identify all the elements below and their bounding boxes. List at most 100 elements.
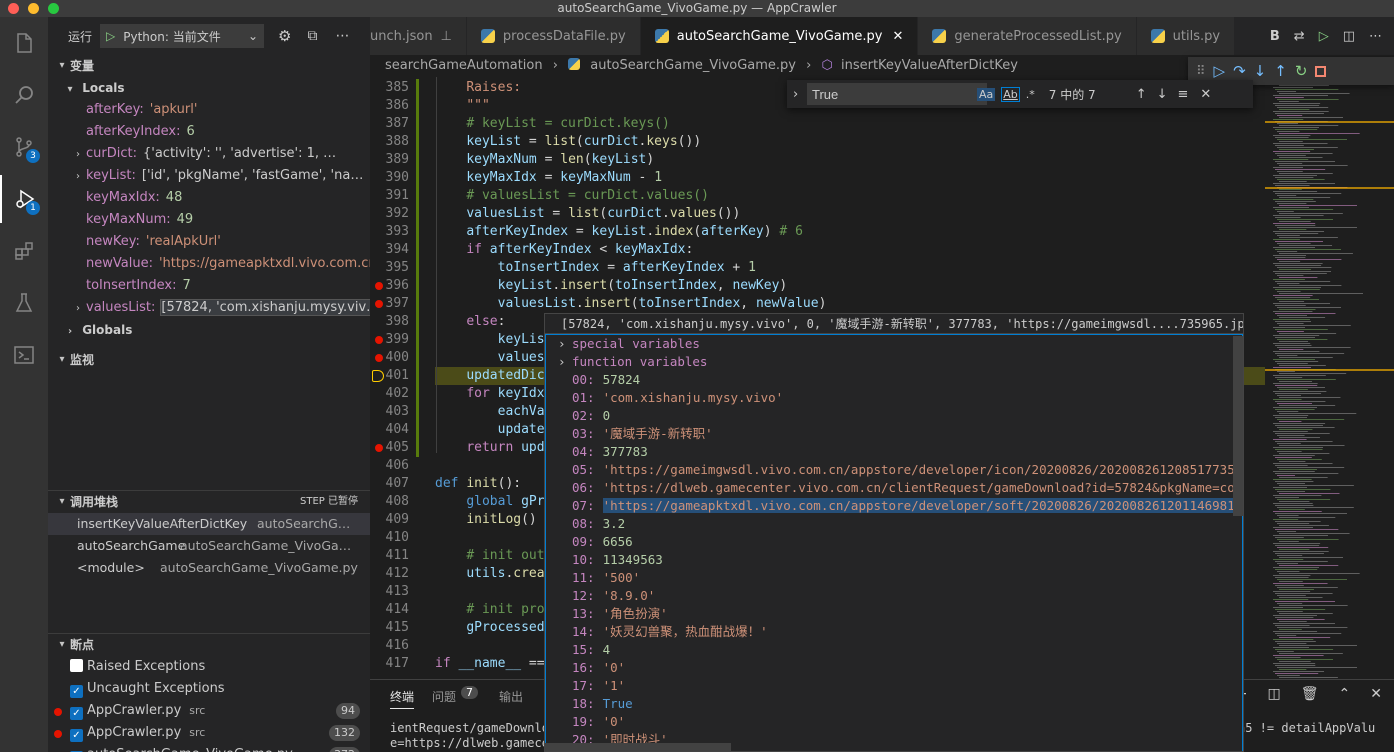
run-file-icon[interactable]: ▷: [1319, 29, 1329, 44]
hover-item[interactable]: 03: '魔域手游-新转职': [562, 425, 1242, 443]
hover-item[interactable]: 07: 'https://gameapktxdl.vivo.com.cn/apps…: [562, 497, 1242, 515]
hover-item[interactable]: 17: '1': [562, 677, 1242, 695]
variables-section-header[interactable]: ▾ 变量: [48, 55, 370, 77]
tab-utils-py[interactable]: utils.py: [1136, 17, 1236, 55]
hover-item[interactable]: 19: '0': [562, 713, 1242, 731]
tab-output[interactable]: 输出: [499, 688, 523, 705]
extensions-icon[interactable]: [0, 227, 48, 275]
pin-icon[interactable]: ⊥: [441, 29, 452, 44]
breakpoint-checkbox[interactable]: ✓: [70, 685, 83, 698]
run-debug-icon[interactable]: 1: [0, 175, 48, 223]
breakpoint-item[interactable]: ✓ Uncaught Exceptions: [48, 678, 370, 700]
code-line[interactable]: 396 keyList.insert(toInsertIndex, newKey…: [370, 277, 1265, 295]
minimap[interactable]: [1265, 77, 1394, 679]
step-into-icon[interactable]: ↓: [1254, 62, 1267, 80]
restart-icon[interactable]: ↻: [1295, 62, 1308, 80]
hover-item[interactable]: 06: 'https://dlweb.gamecenter.vivo.com.cn…: [562, 479, 1242, 497]
hover-item[interactable]: 14: '妖灵幻兽聚，热血酣战爆！': [562, 623, 1242, 641]
more-actions-icon[interactable]: ⋯: [1369, 29, 1382, 44]
more-actions-icon[interactable]: ⋯: [335, 28, 349, 44]
variable-row[interactable]: keyMaxIdx: 48: [48, 187, 370, 209]
step-over-icon[interactable]: ↷: [1233, 62, 1246, 80]
match-case-icon[interactable]: Aa: [977, 87, 996, 101]
breadcrumb-file[interactable]: autoSearchGame_VivoGame.py: [590, 58, 796, 73]
globals-scope[interactable]: › Globals: [48, 319, 370, 341]
tab-unch-json[interactable]: unch.json ⊥: [370, 17, 467, 55]
hover-tree[interactable]: › special variables › function variables 00:…: [545, 334, 1243, 751]
code-line[interactable]: 389 keyMaxNum = len(keyList): [370, 151, 1265, 169]
tab-terminal[interactable]: 终端: [390, 688, 415, 709]
close-icon[interactable]: ✕: [893, 29, 904, 44]
code-line[interactable]: 393 afterKeyIndex = keyList.index(afterK…: [370, 223, 1265, 241]
hover-item[interactable]: 16: '0': [562, 659, 1242, 677]
hover-group[interactable]: › special variables: [558, 335, 1242, 353]
hover-item[interactable]: 08: 3.2: [562, 515, 1242, 533]
code-line[interactable]: 390 keyMaxIdx = keyMaxNum - 1: [370, 169, 1265, 187]
hover-item[interactable]: 10: 11349563: [562, 551, 1242, 569]
locals-scope[interactable]: ▾ Locals: [48, 77, 370, 99]
zoom-window-button[interactable]: [48, 3, 59, 14]
breakpoint-dot-icon[interactable]: [375, 300, 383, 308]
breakpoints-section-header[interactable]: ▾ 断点: [48, 634, 370, 656]
hover-group[interactable]: › function variables: [558, 353, 1242, 371]
variable-row[interactable]: afterKeyIndex: 6: [48, 121, 370, 143]
hover-item[interactable]: 11: '500': [562, 569, 1242, 587]
drag-handle-icon[interactable]: ⠿: [1196, 64, 1206, 79]
code-line[interactable]: 394 if afterKeyIndex < keyMaxIdx:: [370, 241, 1265, 259]
find-input[interactable]: [807, 83, 987, 105]
find-in-selection-icon[interactable]: ≡: [1178, 87, 1189, 102]
hover-item[interactable]: 15: 4: [562, 641, 1242, 659]
breakpoint-item[interactable]: ✓autoSearchGame_VivoGame.pysearc…372: [48, 744, 370, 752]
tab-autosearchgame_vivogame-py[interactable]: autoSearchGame_VivoGame.py ✕: [640, 17, 919, 55]
compare-changes-icon[interactable]: ⇄: [1294, 29, 1305, 44]
breakpoint-item[interactable]: Raised Exceptions: [48, 656, 370, 678]
tab-processdatafile-py[interactable]: processDataFile.py: [466, 17, 641, 55]
breadcrumb-symbol[interactable]: insertKeyValueAfterDictKey: [841, 58, 1018, 73]
code-line[interactable]: 395 toInsertIndex = afterKeyIndex + 1: [370, 259, 1265, 277]
variable-row[interactable]: afterKey: 'apkurl': [48, 99, 370, 121]
close-icon[interactable]: ✕: [1370, 686, 1382, 702]
hover-item[interactable]: 00: 57824: [562, 371, 1242, 389]
split-editor-icon[interactable]: ◫: [1343, 29, 1355, 44]
chevron-right-icon[interactable]: ›: [793, 87, 798, 102]
variable-row[interactable]: newValue: 'https://gameapktxdl.vivo.com.c…: [48, 253, 370, 275]
tab-problems[interactable]: 问题: [432, 688, 456, 705]
gear-icon[interactable]: ⚙: [278, 27, 291, 45]
launch-config-select[interactable]: ▷ Python: 当前文件 ⌄: [100, 24, 265, 48]
terminal-output[interactable]: ientRequest/gameDownlo e=https://dlweb.g…: [390, 721, 549, 751]
hover-item[interactable]: 01: 'com.xishanju.mysy.vivo': [562, 389, 1242, 407]
breakpoint-checkbox[interactable]: ✓: [70, 729, 83, 742]
stop-icon[interactable]: [1315, 65, 1327, 77]
variable-row[interactable]: › valuesList: [57824, 'com.xishanju.mysy.v…: [48, 297, 370, 319]
callstack-frame[interactable]: insertKeyValueAfterDictKey autoSearchG…: [48, 513, 370, 535]
search-icon[interactable]: [0, 71, 48, 119]
breakpoint-checkbox[interactable]: [70, 659, 83, 672]
code-line[interactable]: 387 # keyList = curDict.keys(): [370, 115, 1265, 133]
hover-item[interactable]: 13: '角色扮演': [562, 605, 1242, 623]
code-line[interactable]: 388 keyList = list(curDict.keys()): [370, 133, 1265, 151]
chevron-up-icon[interactable]: ⌃: [1339, 686, 1351, 702]
trash-icon[interactable]: 🗑: [1301, 686, 1319, 702]
hover-item[interactable]: 02: 0: [562, 407, 1242, 425]
regex-icon[interactable]: .*: [1026, 88, 1035, 101]
breakpoint-item[interactable]: ✓ AppCrawler.py src 132: [48, 722, 370, 744]
callstack-frame[interactable]: <module> autoSearchGame_VivoGame.py: [48, 557, 370, 579]
hover-item[interactable]: 04: 377783: [562, 443, 1242, 461]
match-whole-word-icon[interactable]: Ab: [1001, 86, 1020, 102]
callstack-section-header[interactable]: ▾ 调用堆栈 STEP 已暂停: [48, 491, 370, 513]
variable-row[interactable]: keyMaxNum: 49: [48, 209, 370, 231]
tab-generateprocessedlist-py[interactable]: generateProcessedList.py: [918, 17, 1137, 55]
start-debug-icon[interactable]: ▷: [106, 29, 115, 43]
horizontal-scrollbar[interactable]: [545, 743, 731, 751]
remote-explorer-icon[interactable]: [0, 331, 48, 379]
variable-row[interactable]: newKey: 'realApkUrl': [48, 231, 370, 253]
code-line[interactable]: 392 valuesList = list(curDict.values()): [370, 205, 1265, 223]
breakpoint-dot-icon[interactable]: [375, 354, 383, 362]
code-line[interactable]: 391 # valuesList = curDict.values(): [370, 187, 1265, 205]
arrow-down-icon[interactable]: ↓: [1157, 87, 1168, 102]
hover-item[interactable]: 05: 'https://gameimgwsdl.vivo.com.cn/apps…: [562, 461, 1242, 479]
close-icon[interactable]: ✕: [1200, 87, 1211, 102]
explorer-icon[interactable]: [0, 19, 48, 67]
callstack-frame[interactable]: autoSearchGameautoSearchGame_VivoGa…: [48, 535, 370, 557]
split-terminal-icon[interactable]: ◫: [1268, 686, 1281, 702]
